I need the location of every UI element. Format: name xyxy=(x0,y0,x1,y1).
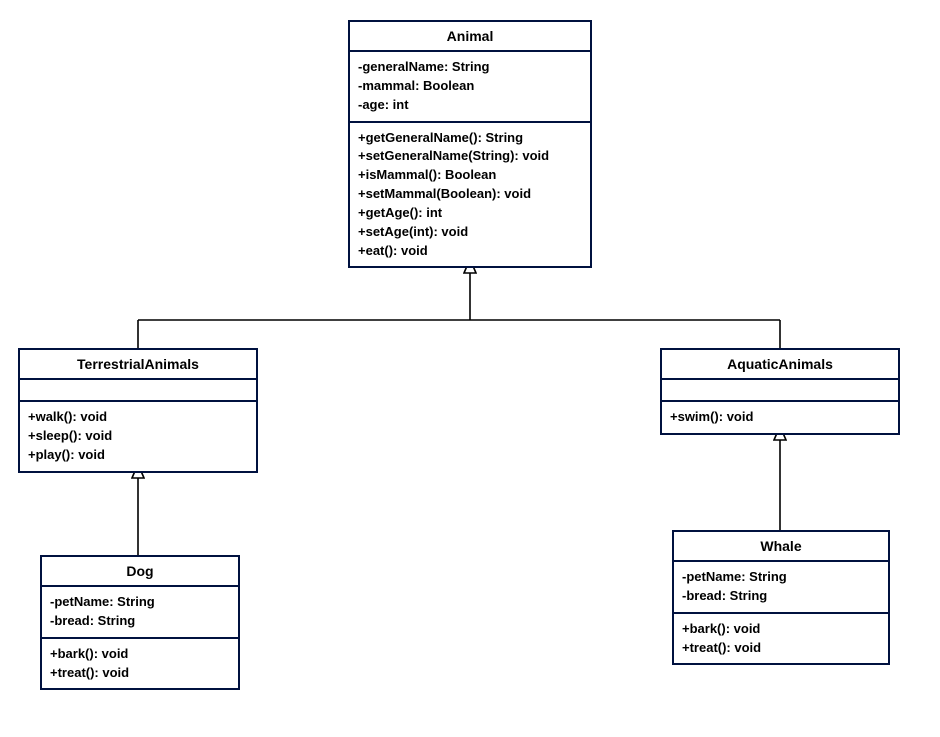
attribute: -petName: String xyxy=(682,568,880,587)
class-whale: Whale -petName: String -bread: String +b… xyxy=(672,530,890,665)
class-attributes: -petName: String -bread: String xyxy=(42,587,238,639)
class-attributes: -generalName: String -mammal: Boolean -a… xyxy=(350,52,590,123)
attribute: -age: int xyxy=(358,96,582,115)
method: +play(): void xyxy=(28,446,248,465)
attribute: -petName: String xyxy=(50,593,230,612)
method: +getAge(): int xyxy=(358,204,582,223)
class-methods: +walk(): void +sleep(): void +play(): vo… xyxy=(20,402,256,471)
class-methods: +bark(): void +treat(): void xyxy=(42,639,238,689)
class-methods: +swim(): void xyxy=(662,402,898,433)
class-terrestrial-animals: TerrestrialAnimals +walk(): void +sleep(… xyxy=(18,348,258,473)
method: +bark(): void xyxy=(682,620,880,639)
uml-canvas: Animal -generalName: String -mammal: Boo… xyxy=(0,0,940,737)
method: +getGeneralName(): String xyxy=(358,129,582,148)
class-title: Animal xyxy=(350,22,590,52)
method: +treat(): void xyxy=(682,639,880,658)
method: +eat(): void xyxy=(358,242,582,261)
class-attributes xyxy=(662,380,898,402)
class-attributes xyxy=(20,380,256,402)
method: +bark(): void xyxy=(50,645,230,664)
method: +setGeneralName(String): void xyxy=(358,147,582,166)
attribute: -bread: String xyxy=(50,612,230,631)
method: +walk(): void xyxy=(28,408,248,427)
attribute: -generalName: String xyxy=(358,58,582,77)
class-attributes: -petName: String -bread: String xyxy=(674,562,888,614)
attribute: -bread: String xyxy=(682,587,880,606)
class-title: Whale xyxy=(674,532,888,562)
class-methods: +bark(): void +treat(): void xyxy=(674,614,888,664)
class-title: Dog xyxy=(42,557,238,587)
method: +setAge(int): void xyxy=(358,223,582,242)
class-aquatic-animals: AquaticAnimals +swim(): void xyxy=(660,348,900,435)
method: +swim(): void xyxy=(670,408,890,427)
method: +sleep(): void xyxy=(28,427,248,446)
class-title: AquaticAnimals xyxy=(662,350,898,380)
class-title: TerrestrialAnimals xyxy=(20,350,256,380)
class-dog: Dog -petName: String -bread: String +bar… xyxy=(40,555,240,690)
class-methods: +getGeneralName(): String +setGeneralNam… xyxy=(350,123,590,267)
class-animal: Animal -generalName: String -mammal: Boo… xyxy=(348,20,592,268)
method: +setMammal(Boolean): void xyxy=(358,185,582,204)
method: +treat(): void xyxy=(50,664,230,683)
attribute: -mammal: Boolean xyxy=(358,77,582,96)
method: +isMammal(): Boolean xyxy=(358,166,582,185)
